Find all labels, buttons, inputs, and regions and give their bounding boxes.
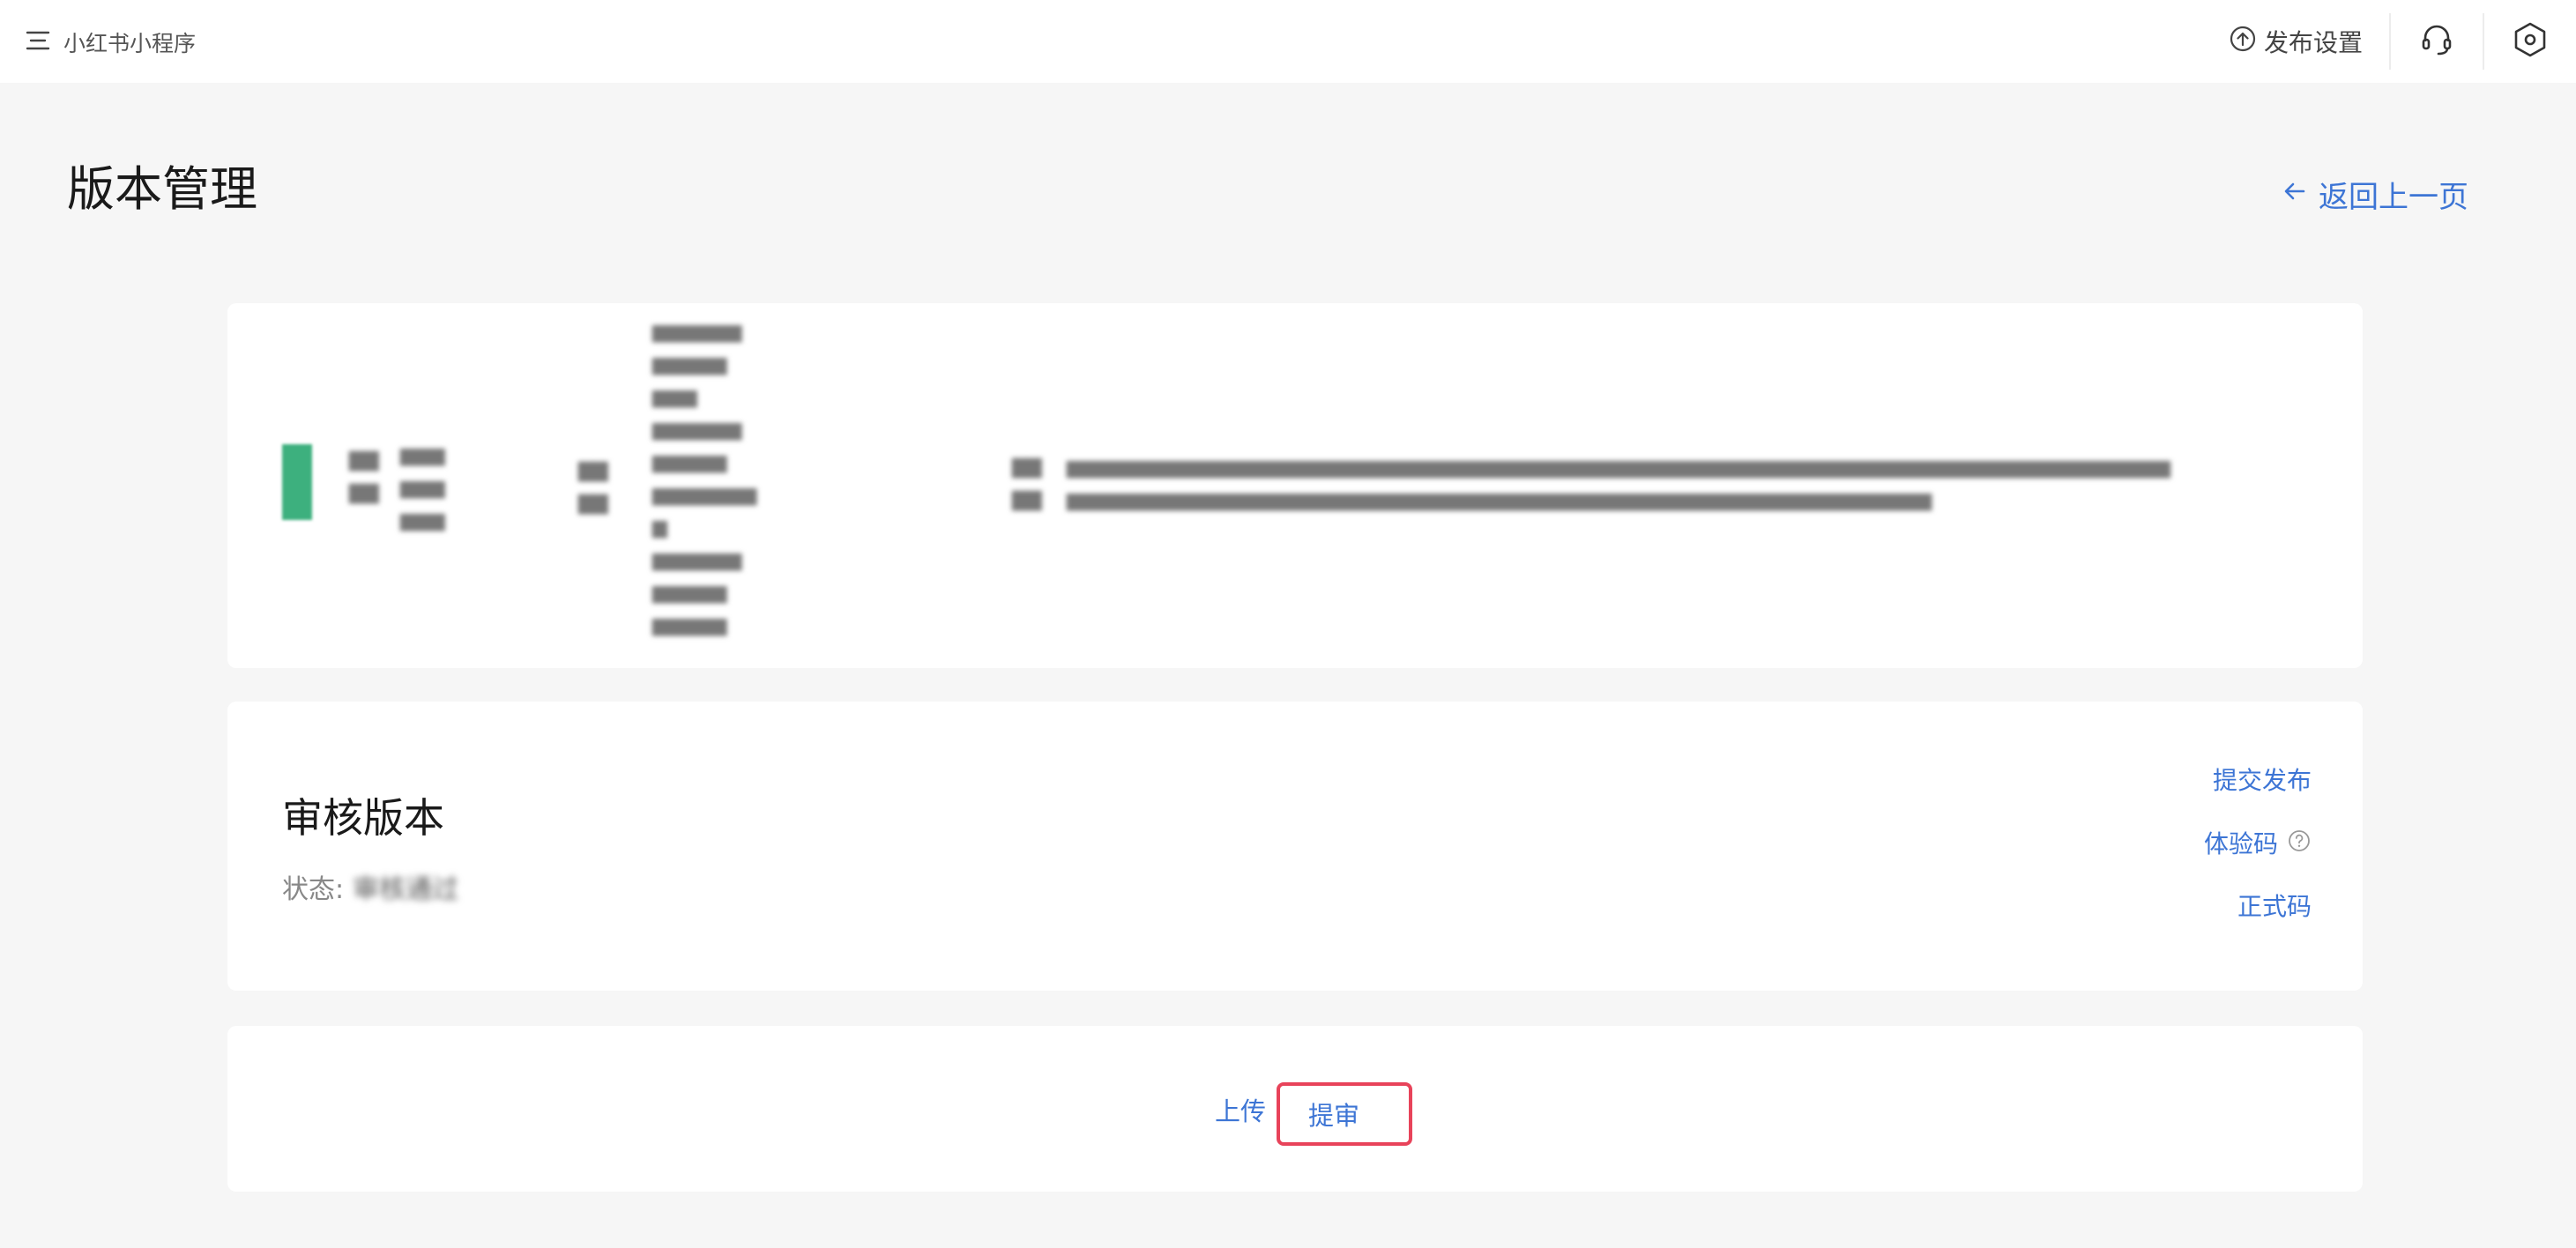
hexagon-settings-icon xyxy=(2511,20,2550,63)
app-logo xyxy=(282,444,312,520)
upload-button[interactable]: 上传 xyxy=(1215,1091,1266,1128)
trial-code-label: 体验码 xyxy=(2203,828,2278,858)
publish-settings-button[interactable]: 发布设置 xyxy=(2202,13,2389,70)
back-label: 返回上一页 xyxy=(2319,180,2468,215)
headset-icon xyxy=(2417,20,2456,63)
submit-review-label: 提审 xyxy=(1308,1101,1360,1131)
app-info-card: ▇▇ ▇▇ ▆▆▆ ▆▆▆ ▆▆▆ ▇▇ ▇▇ ▆▆▆▆▆▆ ▆▆▆▆▆ ▆▆▆ ▆▆▆▆▆▆… xyxy=(227,303,2363,668)
review-actions: 提交发布 体验码 正式码 xyxy=(2204,767,2312,921)
page-title: 版本管理 xyxy=(67,161,257,217)
official-code-link[interactable]: 正式码 xyxy=(2237,893,2312,921)
app-name: 小红书小程序 xyxy=(63,31,197,56)
upload-circle-icon xyxy=(2229,25,2257,59)
redacted-description: ▆▆▆▆▆▆▆▆▆▆▆▆▆▆▆▆▆▆▆▆▆▆▆▆▆▆▆▆▆▆▆▆▆▆▆▆▆▆▆▆… xyxy=(1067,457,2171,511)
status-value: 审核通过 xyxy=(353,874,459,905)
review-version-card: 审核版本 状态: 审核通过 提交发布 体验码 正式码 xyxy=(227,702,2363,991)
status-label: 状态: xyxy=(282,874,345,905)
review-version-title: 审核版本 xyxy=(282,794,444,842)
submit-review-button[interactable]: 提审 xyxy=(1277,1082,1412,1146)
review-status: 状态: 审核通过 xyxy=(282,867,458,906)
redacted-info-block: ▇▇ ▇▇ xyxy=(578,460,608,515)
settings-button[interactable] xyxy=(2484,13,2576,70)
publish-settings-label: 发布设置 xyxy=(2263,28,2363,57)
redacted-info-block: ▇▇ ▇▇ xyxy=(349,449,379,504)
top-bar: 小红书小程序 发布设置 xyxy=(0,0,2576,83)
arrow-left-icon xyxy=(2282,177,2308,212)
redacted-info-block: ▆▆▆ ▆▆▆ ▆▆▆ xyxy=(400,444,445,531)
back-link[interactable]: 返回上一页 xyxy=(2282,173,2468,216)
bottom-actions-card: 上传 提审 xyxy=(227,1026,2363,1192)
question-circle-icon[interactable] xyxy=(2287,828,2312,859)
app-menu-button[interactable]: 小红书小程序 xyxy=(25,26,196,58)
top-right-toolbar: 发布设置 xyxy=(2202,0,2576,83)
submit-publish-link[interactable]: 提交发布 xyxy=(2213,767,2312,795)
redacted-info-block: ▆▆▆▆▆▆ ▆▆▆▆▆ ▆▆▆ ▆▆▆▆▆▆ ▆▆▆▆▆ ▆▆▆▆▆▆▆ ▆ ▆▆▆▆▆▆ ▆… xyxy=(652,321,757,636)
trial-code-link[interactable]: 体验码 xyxy=(2204,828,2312,859)
redacted-info-block: ▇▇ ▇▇ xyxy=(1012,457,1042,511)
menu-icon xyxy=(25,27,51,57)
official-code-label: 正式码 xyxy=(2237,892,2312,921)
submit-publish-label: 提交发布 xyxy=(2212,766,2312,795)
customer-service-button[interactable] xyxy=(2391,13,2483,70)
